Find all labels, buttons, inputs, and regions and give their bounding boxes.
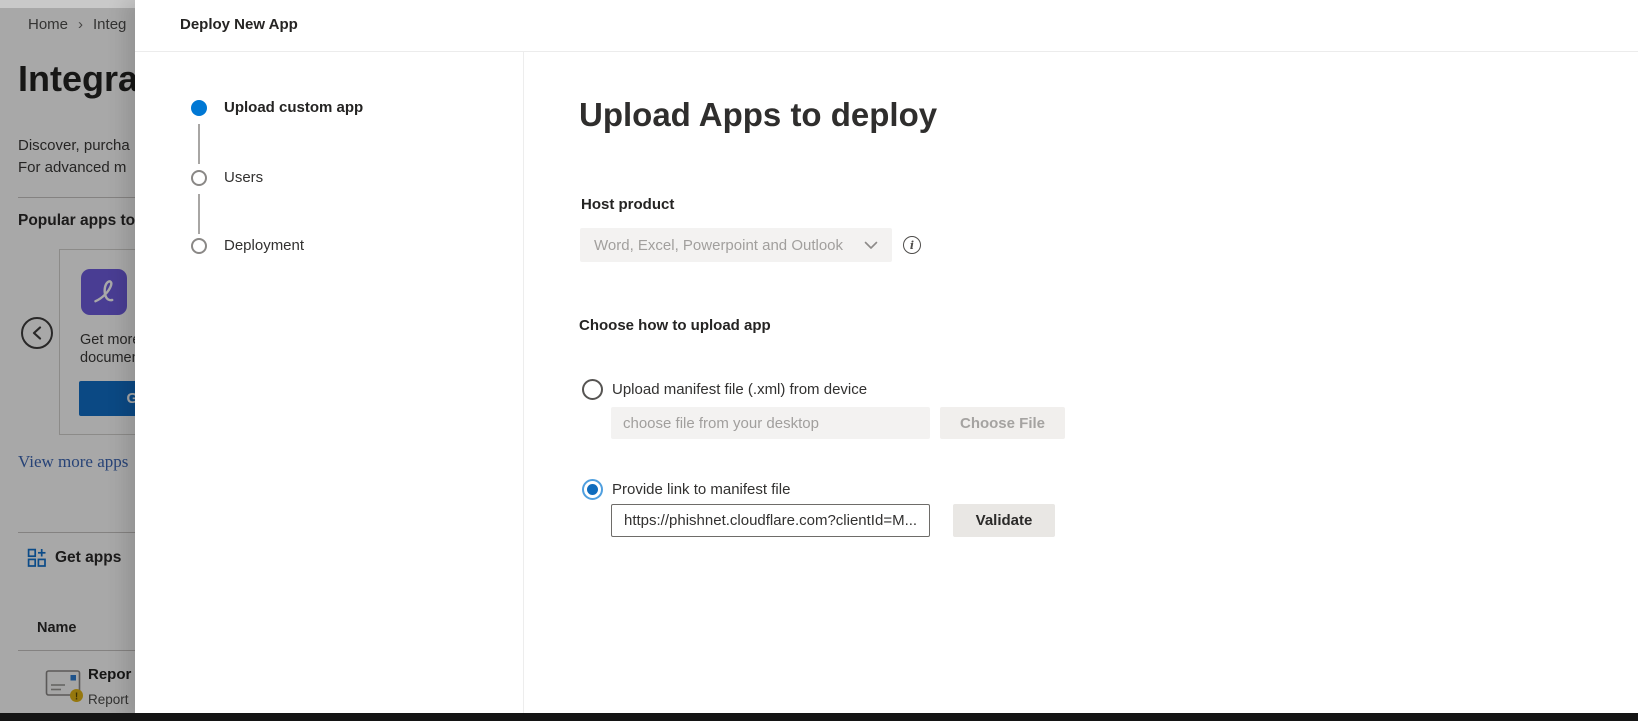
deploy-new-app-panel: Deploy New App Upload custom app Users D… (135, 0, 1638, 721)
manifest-file-input[interactable] (611, 407, 930, 439)
screen: Home›Integ Integra Discover, purcha For … (0, 0, 1638, 721)
radio-provide-link[interactable] (582, 479, 603, 500)
step-indicator-deployment (191, 238, 207, 254)
radio-upload-from-device-label[interactable]: Upload manifest file (.xml) from device (612, 381, 867, 398)
window-top-edge (0, 0, 135, 8)
radio-provide-link-label[interactable]: Provide link to manifest file (612, 481, 790, 498)
step-indicator-users (191, 170, 207, 186)
manifest-url-input[interactable] (611, 504, 930, 537)
step-connector (198, 124, 200, 164)
panel-header-divider (135, 51, 1638, 52)
host-product-dropdown[interactable]: Word, Excel, Powerpoint and Outlook (580, 228, 892, 262)
info-icon[interactable]: i (903, 236, 921, 254)
content-title: Upload Apps to deploy (579, 96, 937, 134)
choose-file-button[interactable]: Choose File (940, 407, 1065, 439)
panel-title: Deploy New App (180, 16, 298, 33)
radio-upload-from-device[interactable] (582, 379, 603, 400)
step-connector (198, 194, 200, 234)
step-label-users[interactable]: Users (224, 169, 263, 186)
validate-button[interactable]: Validate (953, 504, 1055, 537)
step-indicator-upload-custom-app (191, 100, 207, 116)
step-label-deployment[interactable]: Deployment (224, 237, 304, 254)
window-bottom-edge (0, 713, 1638, 721)
host-product-label: Host product (581, 196, 674, 213)
host-product-value: Word, Excel, Powerpoint and Outlook (594, 237, 864, 254)
chevron-down-icon (864, 241, 878, 250)
step-label-upload-custom-app[interactable]: Upload custom app (224, 99, 363, 116)
panel-vertical-divider (523, 52, 524, 721)
choose-how-to-upload-label: Choose how to upload app (579, 317, 771, 334)
